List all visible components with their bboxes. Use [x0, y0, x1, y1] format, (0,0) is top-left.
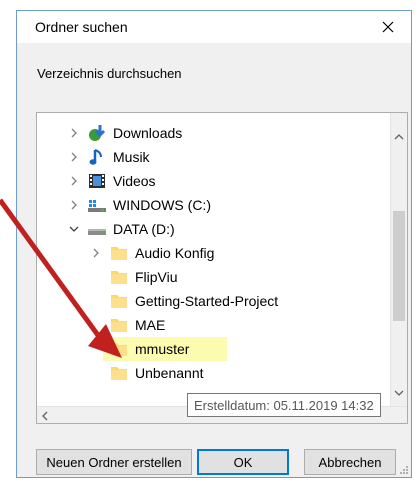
title-bar[interactable]: Ordner suchen	[17, 11, 411, 43]
downloads-icon	[89, 125, 106, 141]
scroll-down-arrow-icon[interactable]	[394, 389, 404, 397]
ok-button[interactable]: OK	[197, 449, 289, 475]
tree-item-videos[interactable]: Videos	[67, 169, 156, 193]
folder-icon	[111, 367, 127, 380]
tree-item-mmuster[interactable]: mmuster	[103, 337, 227, 361]
music-note-icon	[89, 149, 102, 165]
windows-drive-icon	[88, 200, 106, 212]
tree-item-label: DATA (D:)	[113, 221, 175, 237]
chevron-right-icon[interactable]	[67, 198, 81, 212]
dialog-description: Verzeichnis durchsuchen	[37, 66, 182, 81]
folder-tree[interactable]: Downloads Musik Videos WINDOWS (C:) DATA…	[36, 112, 408, 424]
folder-icon	[111, 247, 127, 260]
tree-item-label: Downloads	[113, 125, 183, 141]
drive-icon	[88, 229, 106, 235]
vertical-scrollbar[interactable]	[390, 113, 407, 423]
folder-icon	[111, 295, 127, 308]
new-folder-button[interactable]: Neuen Ordner erstellen	[36, 449, 192, 475]
chevron-down-icon[interactable]	[67, 222, 81, 236]
cancel-button[interactable]: Abbrechen	[304, 449, 396, 475]
vertical-scroll-thumb[interactable]	[393, 211, 405, 321]
tree-item-label: Unbenannt	[135, 365, 204, 381]
close-icon	[382, 21, 394, 33]
folder-icon	[111, 271, 127, 284]
resize-grip-icon[interactable]	[399, 465, 409, 475]
tree-item-data-d[interactable]: DATA (D:)	[67, 217, 175, 241]
tree-item-downloads[interactable]: Downloads	[67, 121, 182, 145]
tree-item-label: Videos	[113, 173, 156, 189]
date-tooltip: Erstelldatum: 05.11.2019 14:32	[187, 393, 381, 417]
tree-item-label: Musik	[113, 149, 150, 165]
tree-item-label: Getting-Started-Project	[135, 293, 279, 309]
chevron-right-icon[interactable]	[67, 174, 81, 188]
video-film-icon	[89, 174, 105, 188]
folder-icon	[111, 319, 127, 332]
chevron-right-icon[interactable]	[67, 150, 81, 164]
chevron-right-icon[interactable]	[67, 126, 81, 140]
tree-item-label: Audio Konfig	[135, 245, 215, 261]
tree-item-label: MAE	[135, 317, 166, 333]
scroll-up-arrow-icon[interactable]	[394, 133, 404, 141]
tree-item-label: WINDOWS (C:)	[113, 197, 211, 213]
tree-item-label: mmuster	[135, 341, 190, 357]
scroll-left-arrow-icon[interactable]	[41, 411, 49, 421]
tree-item-audio-konfig[interactable]: Audio Konfig	[89, 241, 214, 265]
tree-item-getting-started-project[interactable]: Getting-Started-Project	[109, 289, 278, 313]
tree-item-musik[interactable]: Musik	[67, 145, 150, 169]
tree-item-flipviu[interactable]: FlipViu	[109, 265, 178, 289]
dialog-title: Ordner suchen	[35, 19, 128, 35]
tree-item-label: FlipViu	[135, 269, 178, 285]
tree-item-unbenannt[interactable]: Unbenannt	[109, 361, 204, 385]
tree-item-mae[interactable]: MAE	[109, 313, 165, 337]
tree-item-windows-c[interactable]: WINDOWS (C:)	[67, 193, 211, 217]
chevron-right-icon[interactable]	[89, 246, 103, 260]
folder-icon	[111, 343, 127, 356]
close-button[interactable]	[365, 11, 411, 43]
